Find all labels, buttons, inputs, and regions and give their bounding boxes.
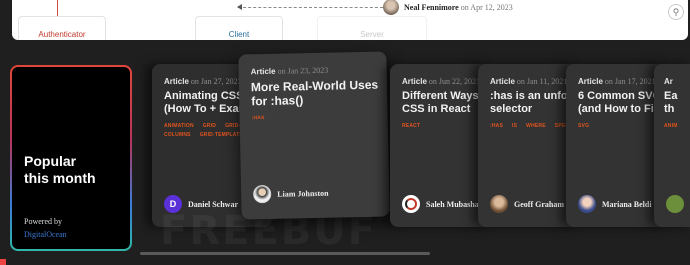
message-arrow-line — [238, 7, 383, 8]
sponsor-link[interactable]: DigitalOcean — [24, 230, 67, 239]
horizontal-scrollbar[interactable] — [140, 252, 430, 255]
article-kind: Article — [490, 77, 515, 86]
article-meta: Ar — [664, 77, 673, 86]
article-date: on Jan 11, 2021 — [516, 77, 568, 86]
author-name: Saleh Mubasha — [426, 199, 479, 209]
article-title[interactable]: :has is an unforgi selector — [490, 90, 578, 116]
sequence-diagram-panel: Authenticator Client Server Neal Fennimo… — [12, 0, 688, 40]
tag-link[interactable]: IS — [512, 123, 517, 129]
article-card[interactable]: Ar Ea th ANIM — [654, 64, 690, 227]
article-date: on Jun 22, 2021 — [428, 77, 481, 86]
tag-link[interactable]: SVG — [578, 123, 589, 129]
article-kind: Article — [578, 77, 603, 86]
article-kind: Ar — [664, 77, 673, 86]
lane-label: Client — [228, 30, 250, 39]
powered-by-label: Powered by — [24, 217, 62, 226]
article-card[interactable]: Article on Jan 11, 2021 :has is an unfor… — [478, 64, 578, 227]
corner-icon — [0, 259, 6, 265]
tag-link[interactable]: WHERE — [526, 123, 546, 129]
article-date: on Jan 17, 2021 — [604, 77, 656, 86]
byline-text: Neal Fennimore on Apr 12, 2023 — [404, 3, 513, 12]
tag-link[interactable]: :HAS — [252, 115, 265, 121]
article-card[interactable]: Article on Jun 22, 2021 Different Ways t… — [390, 64, 490, 227]
title-line: th — [664, 103, 675, 115]
tag-list: REACT — [402, 122, 490, 131]
article-meta: Article on Jan 17, 2021 — [578, 77, 656, 86]
tag-list: ANIM — [664, 122, 690, 131]
tag-list: SVG — [578, 122, 666, 131]
article-date: on Jan 23, 2023 — [277, 65, 329, 76]
tag-list: :HAS IS WHERE SPEC — [490, 122, 578, 131]
tag-link[interactable]: ANIMATION — [164, 123, 194, 129]
tag-link[interactable]: ANIM — [664, 123, 678, 129]
article-meta: Article on Jun 22, 2021 — [402, 77, 480, 86]
article-card-hovered[interactable]: Article on Jan 23, 2023 More Real-World … — [238, 51, 390, 220]
article-title[interactable]: Ea th — [664, 90, 677, 116]
lane-server: Server — [317, 16, 427, 40]
title-line: selector — [490, 103, 533, 115]
lane-label: Authenticator — [38, 30, 86, 39]
title-line: More Real-World Uses — [250, 77, 379, 95]
article-author[interactable]: Mariana Beldi — [578, 195, 652, 213]
search-button[interactable]: ⚲ — [668, 4, 684, 20]
article-meta: Article on Jan 11, 2021 — [490, 77, 567, 86]
lane-label: Server — [360, 30, 384, 39]
lane-client: Client — [195, 16, 283, 40]
title-line: (and How to Fix — [578, 103, 660, 115]
article-title[interactable]: 6 Common SVG (and How to Fix — [578, 90, 661, 116]
avatar — [666, 195, 684, 213]
article-kind: Article — [250, 66, 276, 77]
avatar — [402, 195, 420, 213]
lane-authenticator: Authenticator — [18, 16, 106, 40]
tag-link[interactable]: GRID — [203, 123, 216, 129]
tag-link[interactable]: :HAS — [490, 123, 503, 129]
avatar — [578, 195, 596, 213]
article-meta: Article on Jan 23, 2023 — [251, 66, 329, 77]
author-name: Geoff Graham — [514, 199, 564, 209]
article-author[interactable]: Saleh Mubasha — [402, 195, 479, 213]
title-line: for :has() — [251, 93, 304, 109]
article-author[interactable]: Geoff Graham — [490, 195, 564, 213]
article-card[interactable]: Article on Jan 17, 2021 6 Common SVG (and… — [566, 64, 666, 227]
title-line: Different Ways to — [402, 90, 490, 102]
tag-link[interactable]: COLUMNS — [164, 132, 191, 138]
article-kind: Article — [402, 77, 427, 86]
title-line: 6 Common SVG — [578, 90, 662, 102]
article-date: on Jan 27, 2023 — [190, 77, 242, 86]
article-title[interactable]: Different Ways to CSS in React — [402, 90, 490, 116]
popular-heading: Popular this month — [24, 153, 96, 186]
title-line: Ea — [664, 90, 678, 102]
arrow-head-icon — [237, 4, 242, 10]
article-title[interactable]: More Real-World Uses for :has() — [251, 78, 379, 109]
article-author[interactable] — [666, 195, 684, 213]
title-line: :has is an unforgi — [490, 90, 578, 102]
title-line: CSS in React — [402, 103, 471, 115]
tag-link[interactable]: GRID-TEMPLATE — [200, 132, 243, 138]
author-name: Mariana Beldi — [602, 199, 652, 209]
popular-this-month-card: Popular this month Powered by DigitalOce… — [10, 65, 132, 251]
author-name-link[interactable]: Neal Fennimore — [404, 3, 459, 12]
avatar[interactable] — [383, 0, 399, 15]
byline-date: Apr 12, 2023 — [470, 2, 513, 12]
logo-icon — [405, 198, 417, 210]
article-kind: Article — [164, 77, 189, 86]
author-name: Liam Johnston — [277, 188, 329, 199]
authenticator-lifeline — [57, 0, 58, 16]
byline-on: on — [460, 2, 469, 12]
post-author-byline: Neal Fennimore on Apr 12, 2023 — [383, 0, 513, 15]
article-meta: Article on Jan 27, 2023 — [164, 77, 242, 86]
article-author[interactable]: Liam Johnston — [253, 184, 329, 204]
tag-list: :HAS — [252, 110, 390, 123]
avatar — [490, 195, 508, 213]
avatar — [253, 184, 272, 204]
tag-link[interactable]: REACT — [402, 123, 420, 129]
search-icon: ⚲ — [672, 6, 680, 17]
